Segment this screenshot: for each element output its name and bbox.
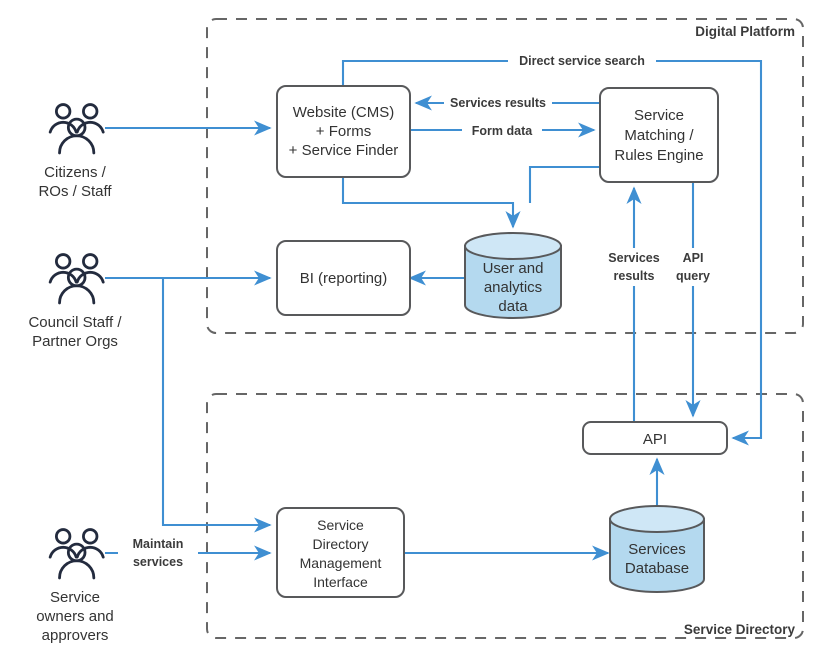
people-group-icon: [48, 103, 105, 155]
edge-label-maintain-services-text-2: services: [133, 555, 183, 569]
node-user-analytics-data-label-3: data: [498, 298, 528, 315]
node-website-label-3: + Service Finder: [289, 142, 399, 159]
group-label-service-directory: Service Directory: [684, 622, 796, 637]
actor-citizens-label-2: ROs / Staff: [38, 183, 112, 200]
edge-label-services-results-vertical: Services results: [601, 248, 667, 286]
edge-label-form-data-text: Form data: [472, 124, 533, 138]
node-website[interactable]: Website (CMS) + Forms + Service Finder: [276, 85, 411, 178]
node-service-matching-label-2: Matching /: [624, 127, 694, 144]
node-service-matching[interactable]: Service Matching / Rules Engine: [599, 87, 719, 183]
node-services-database[interactable]: Services Database: [609, 505, 705, 593]
node-bi-reporting[interactable]: BI (reporting): [276, 240, 411, 316]
node-api-label: API: [643, 431, 667, 448]
node-sdmi-label-3: Management: [300, 555, 382, 571]
edge-label-form-data: Form data: [462, 122, 542, 139]
edge-label-api-query-text-1: API: [683, 251, 704, 265]
node-user-analytics-data-label-2: analytics: [484, 279, 542, 296]
people-group-icon: [48, 253, 105, 305]
actor-service-owners[interactable]: Service owners and approvers: [36, 528, 114, 644]
node-sdmi-label-1: Service: [317, 517, 364, 533]
diagram-canvas: Digital Platform Service Directory Websi…: [28, 18, 804, 644]
node-bi-reporting-label: BI (reporting): [300, 270, 388, 287]
actor-council-staff[interactable]: Council Staff / Partner Orgs: [28, 253, 122, 350]
edge-label-services-results-top: Services results: [444, 94, 552, 111]
edge-label-services-results-vertical-text-1: Services: [608, 251, 659, 265]
node-api[interactable]: API: [582, 421, 728, 455]
edge-website-to-analytics: [341, 177, 521, 229]
edge-label-maintain-services: Maintain services: [118, 534, 198, 572]
architecture-diagram: Digital Platform Service Directory Websi…: [0, 0, 832, 662]
actor-council-staff-label-2: Partner Orgs: [32, 333, 118, 350]
edge-matching-to-analytics: [528, 165, 600, 203]
node-services-database-label-1: Services: [628, 541, 686, 558]
edge-label-services-results-vertical-text-2: results: [614, 269, 655, 283]
node-website-label-2: + Forms: [316, 123, 371, 140]
actor-service-owners-label-2: owners and: [36, 608, 114, 625]
node-user-analytics-data[interactable]: User and analytics data: [464, 232, 562, 319]
group-label-digital-platform: Digital Platform: [695, 24, 795, 39]
edge-label-api-query-text-2: query: [676, 269, 710, 283]
node-sdmi-label-4: Interface: [313, 574, 368, 590]
actor-service-owners-label-3: approvers: [42, 627, 109, 644]
edge-label-maintain-services-text-1: Maintain: [133, 537, 184, 551]
edge-council-staff-to-sdmi: [161, 278, 272, 533]
node-sdmi[interactable]: Service Directory Management Interface: [276, 507, 405, 598]
actor-citizens-label-1: Citizens /: [44, 164, 107, 181]
node-user-analytics-data-label-1: User and: [483, 260, 544, 277]
edge-label-direct-service-search: Direct service search: [508, 52, 656, 69]
edge-label-api-query: API query: [670, 248, 718, 286]
node-website-label-1: Website (CMS): [293, 104, 394, 121]
actor-citizens[interactable]: Citizens / ROs / Staff: [38, 103, 112, 200]
node-service-matching-label-1: Service: [634, 107, 684, 124]
node-sdmi-label-2: Directory: [312, 536, 368, 552]
people-group-icon: [48, 528, 105, 580]
node-services-database-top: [609, 505, 705, 533]
edge-label-services-results-top-text: Services results: [450, 96, 546, 110]
actor-council-staff-label-1: Council Staff /: [28, 314, 122, 331]
node-service-matching-label-3: Rules Engine: [614, 147, 703, 164]
actor-service-owners-label-1: Service: [50, 589, 100, 606]
node-user-analytics-data-top: [464, 232, 562, 260]
node-services-database-label-2: Database: [625, 560, 689, 577]
edge-label-direct-service-search-text: Direct service search: [519, 54, 645, 68]
